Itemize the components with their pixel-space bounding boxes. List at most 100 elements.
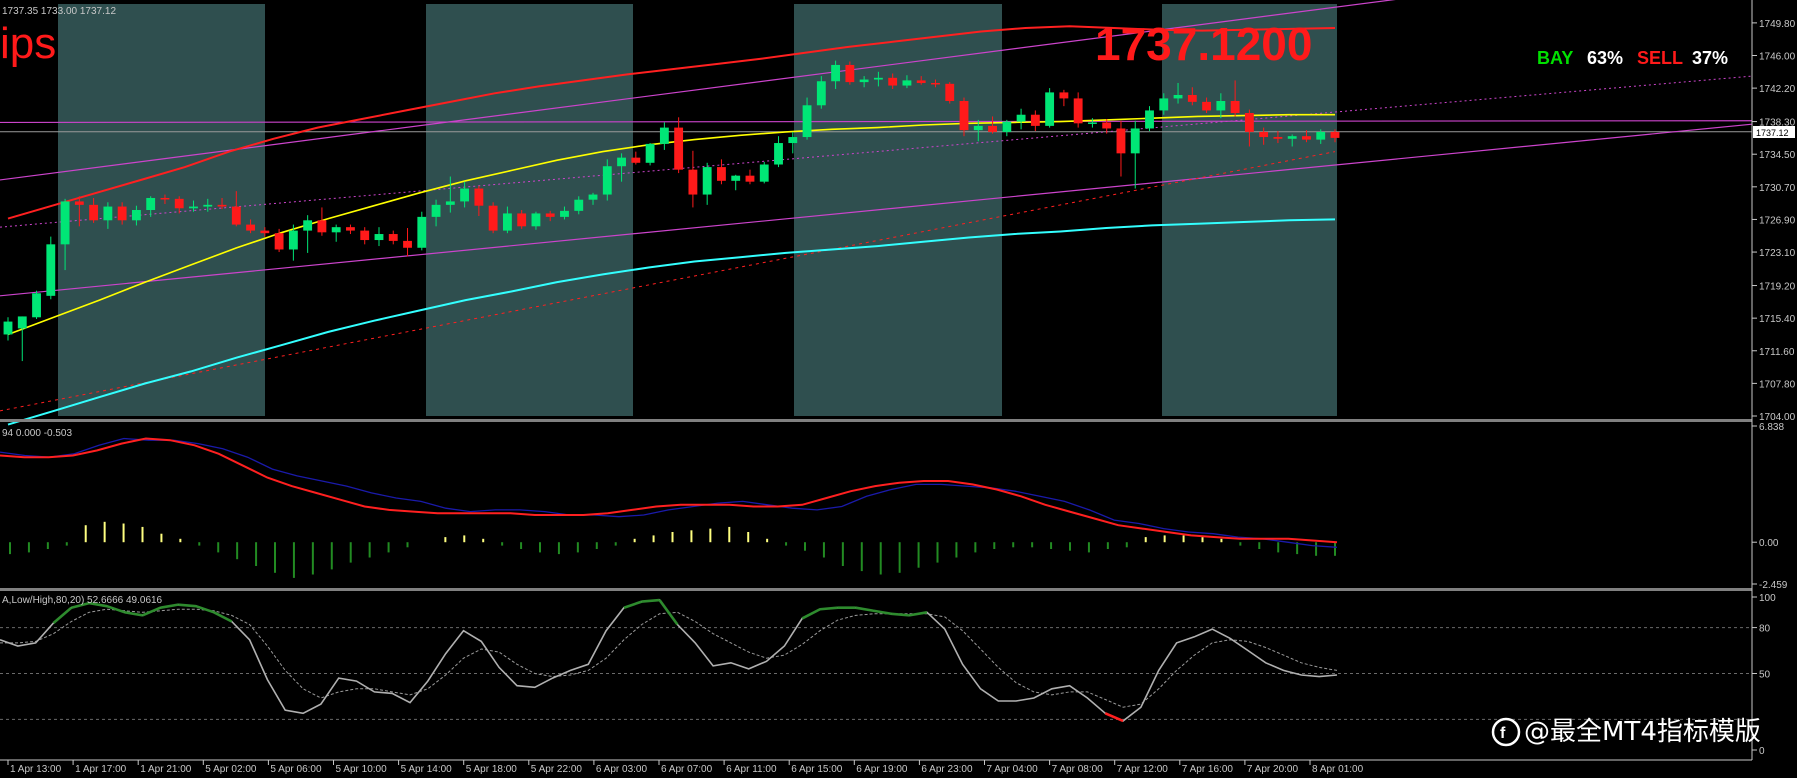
time-tick-label: 7 Apr 08:00 (1052, 764, 1104, 775)
current-price-tag: 1737.12 (1756, 128, 1789, 138)
stochastic-panel: 100 80 50 0 (0, 593, 1776, 757)
price-axis: 1749.801746.001742.201738.301734.501730.… (1752, 19, 1796, 423)
candle-body (1002, 121, 1012, 132)
candle (1016, 108, 1026, 130)
candle-body (388, 234, 398, 241)
candle (659, 122, 669, 150)
time-tick-label: 6 Apr 03:00 (596, 764, 648, 775)
time-tick-label: 5 Apr 10:00 (336, 764, 388, 775)
candle-body (174, 198, 184, 209)
candle-body (859, 79, 869, 83)
candle-body (745, 175, 755, 182)
time-tick-label: 6 Apr 11:00 (726, 764, 777, 775)
candle-body (902, 80, 912, 86)
stoch-header: A,Low/High,80,20) 52.6666 49.0616 (2, 595, 163, 606)
candle (688, 150, 698, 208)
candle-body (845, 64, 855, 83)
candle-body (659, 127, 669, 144)
candle (759, 161, 769, 184)
price-tick-label: 1749.80 (1759, 19, 1796, 30)
candle-body (117, 206, 127, 221)
time-tick-label: 7 Apr 16:00 (1182, 764, 1234, 775)
stoch-overbought-segment (819, 606, 838, 611)
candle (1130, 120, 1140, 189)
price-tick-label: 1726.90 (1759, 215, 1796, 226)
candle-body (1216, 100, 1226, 111)
sell-label: SELL (1637, 48, 1683, 68)
candle-body (303, 220, 313, 231)
candle (46, 236, 56, 300)
candle-body (346, 227, 355, 231)
stoch-overbought-segment (891, 612, 910, 617)
candle-body (1159, 98, 1169, 111)
candle-body (774, 143, 783, 165)
time-tick-label: 1 Apr 13:00 (10, 764, 62, 775)
price-tick-label: 1711.60 (1759, 347, 1795, 358)
candle (674, 117, 684, 174)
macd-blue-line (0, 437, 1338, 548)
time-tick-label: 5 Apr 18:00 (466, 764, 518, 775)
candle-body (617, 157, 626, 167)
macd-tick-label: 0.00 (1759, 538, 1779, 549)
candle-body (331, 227, 341, 233)
candle-body (574, 199, 584, 211)
candle-body (1330, 131, 1340, 138)
candle (731, 174, 741, 191)
candle-body (260, 230, 270, 234)
candle (303, 215, 313, 253)
candle-body (1287, 136, 1297, 139)
panel-divider[interactable] (0, 419, 1752, 422)
candle-body (702, 167, 712, 195)
stoch-tick-label: 0 (1759, 746, 1765, 757)
time-tick-label: 5 Apr 22:00 (531, 764, 583, 775)
candle-body (403, 240, 412, 248)
candle-body (602, 166, 612, 195)
candle (3, 317, 13, 341)
stoch-overbought-segment (908, 611, 928, 617)
candle-body (588, 194, 598, 200)
candle-body (888, 77, 898, 86)
price-tick-label: 1746.00 (1759, 52, 1796, 63)
candle-body (417, 216, 427, 248)
macd-tick-label: -2.459 (1759, 580, 1788, 591)
candle (717, 159, 726, 185)
candle-body (517, 213, 527, 227)
candle-body (973, 125, 983, 131)
candle-body (1145, 110, 1154, 129)
candle-body (360, 230, 370, 241)
candle-body (959, 100, 969, 131)
stoch-signal-line (0, 608, 1338, 708)
candle-body (474, 188, 484, 206)
candle-body (231, 206, 241, 225)
buy-percent: 63% (1587, 48, 1623, 68)
header-readout: 1737.35 1733.00 1737.12 (2, 6, 116, 17)
candle (774, 136, 783, 168)
candle-body (374, 234, 384, 241)
candle-body (189, 206, 198, 209)
candle-body (1030, 114, 1040, 126)
price-tick-label: 1723.10 (1759, 248, 1796, 259)
stoch-overbought-segment (641, 598, 660, 603)
trading-chart[interactable]: 6.838 0.00 -2.459 100 80 50 0 1749.80 1746.00 1… (0, 0, 1797, 778)
candle-body (1088, 122, 1097, 124)
stoch-overbought-segment (213, 611, 233, 623)
time-tick-label: 8 Apr 01:00 (1312, 764, 1364, 775)
candle-body (488, 205, 498, 231)
candle (32, 290, 41, 320)
time-tick-label: 6 Apr 23:00 (921, 764, 973, 775)
candle-body (1316, 131, 1326, 140)
macd-tick-label: 6.838 (1759, 422, 1784, 433)
time-tick-label: 1 Apr 17:00 (75, 764, 127, 775)
candle-body (788, 137, 798, 144)
candle-body (203, 204, 213, 207)
price-tick-label: 1715.40 (1759, 314, 1796, 325)
price-tick-label: 1704.00 (1759, 412, 1796, 423)
candle (1116, 120, 1126, 177)
candle-body (288, 230, 298, 250)
candle-body (1230, 100, 1240, 114)
candle-body (560, 210, 569, 217)
candle-body (1045, 92, 1055, 126)
watermark-logo-glyph: f (1500, 725, 1506, 742)
candle-body (3, 321, 13, 335)
panel-divider[interactable] (0, 588, 1752, 591)
